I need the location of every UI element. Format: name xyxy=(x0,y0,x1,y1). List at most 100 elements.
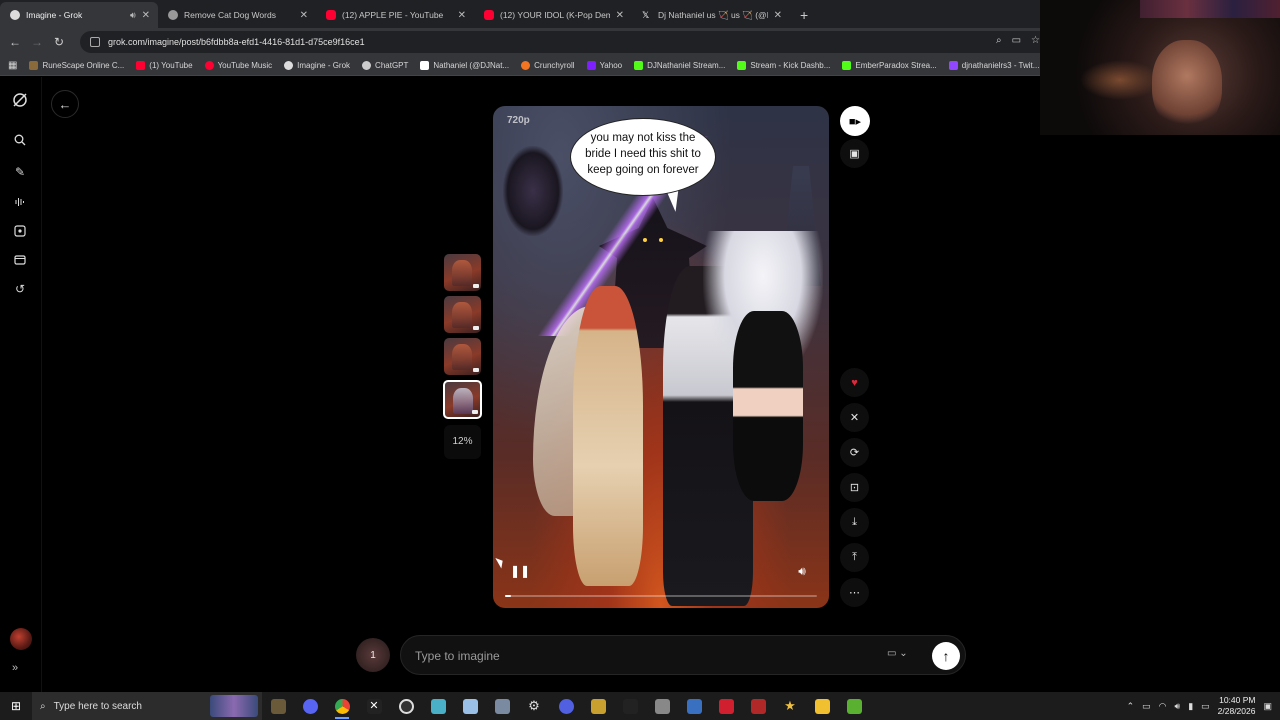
edit-icon[interactable]: ✎ xyxy=(11,163,29,181)
tab-title: (12) YOUR IDOL (K-Pop Demon xyxy=(500,10,610,20)
bookmark-item[interactable]: RuneScape Online C... xyxy=(29,61,124,70)
site-info-icon[interactable] xyxy=(90,37,100,47)
more-icon: ⋯ xyxy=(849,587,860,599)
taskbar-app-chrome[interactable] xyxy=(326,692,358,720)
battery-icon[interactable]: ▭ xyxy=(1201,701,1210,712)
taskbar-app-runescape[interactable] xyxy=(262,692,294,720)
share-x-button[interactable]: ✕ xyxy=(840,403,869,432)
bookmark-item[interactable]: ChatGPT xyxy=(362,61,408,70)
reload-icon[interactable]: ↻ xyxy=(48,35,70,49)
taskbar-app-explorer[interactable] xyxy=(806,692,838,720)
microphone-icon[interactable]: ▮ xyxy=(1188,701,1193,712)
imagine-icon[interactable] xyxy=(11,222,29,240)
make-video-button[interactable]: ■▸ xyxy=(840,106,870,136)
bookmark-item[interactable]: EmberParadox Strea... xyxy=(842,61,937,70)
bookmarks-bar: ▦ RuneScape Online C... (1) YouTube YouT… xyxy=(0,56,1040,76)
taskbar-app-streamlabs[interactable] xyxy=(550,692,582,720)
taskbar-app-blank[interactable] xyxy=(614,692,646,720)
taskbar-app-gaming[interactable] xyxy=(838,692,870,720)
tab-remove-cat-dog-words[interactable]: Remove Cat Dog Words ✕ xyxy=(158,2,316,28)
start-button[interactable]: ⊞ xyxy=(0,692,32,720)
search-icon[interactable] xyxy=(11,131,29,149)
taskbar-app-notepad[interactable] xyxy=(422,692,454,720)
close-tab-icon[interactable]: ✕ xyxy=(616,10,624,21)
apps-grid-icon[interactable]: ▦ xyxy=(8,60,17,71)
network-icon[interactable]: ▭ xyxy=(1142,701,1151,712)
volume-icon[interactable]: 🔊︎ xyxy=(1175,701,1181,712)
forward-arrow-icon[interactable]: → xyxy=(26,35,48,49)
tab-imagine-grok[interactable]: Imagine - Grok 🔊︎ ✕ xyxy=(0,2,158,28)
close-tab-icon[interactable]: ✕ xyxy=(142,10,150,21)
new-tab-button[interactable]: + xyxy=(800,2,808,28)
bookmark-item[interactable]: Nathaniel (@DJNat... xyxy=(420,61,509,70)
bookmark-item[interactable]: djnathanielrs3 - Twit... xyxy=(948,61,1039,70)
taskbar-app-scripts[interactable] xyxy=(582,692,614,720)
close-tab-icon[interactable]: ✕ xyxy=(458,10,466,21)
volume-button[interactable]: 🔊︎ xyxy=(792,562,812,580)
taskbar-app-discord[interactable] xyxy=(294,692,326,720)
taskbar-app-storage[interactable] xyxy=(486,692,518,720)
bookmark-item[interactable]: DJNathaniel Stream... xyxy=(634,61,725,70)
submit-button[interactable]: ↑ xyxy=(932,642,960,670)
mode-dropdown[interactable]: ▭ ⌄ xyxy=(887,648,908,659)
taskbar-app-photos[interactable] xyxy=(742,692,774,720)
bookmark-label: Nathaniel (@DJNat... xyxy=(433,61,510,70)
prompt-input[interactable] xyxy=(415,646,855,666)
tab-apple-pie-youtube[interactable]: (12) APPLE PIE - YouTube ✕ xyxy=(316,2,474,28)
url-text: grok.com/imagine/post/b6fdbb8a-efd1-4416… xyxy=(108,37,365,47)
clock[interactable]: 10:40 PM 2/28/2026 xyxy=(1218,695,1256,717)
history-icon[interactable]: ↺ xyxy=(11,280,29,298)
expand-sidebar-icon[interactable]: » xyxy=(12,662,18,674)
bookmark-label: YouTube Music xyxy=(217,61,273,70)
video-thumbnail-1[interactable] xyxy=(444,254,481,291)
grok-logo-icon[interactable] xyxy=(11,91,29,109)
tab-your-idol-youtube[interactable]: (12) YOUR IDOL (K-Pop Demon ✕ xyxy=(474,2,632,28)
zoom-icon[interactable]: ⌕ xyxy=(996,35,1002,46)
bookmark-item[interactable]: YouTube Music xyxy=(204,61,273,70)
download-button[interactable]: ⤓ xyxy=(840,508,869,537)
regenerate-button[interactable]: ⟳ xyxy=(840,438,869,467)
speaker-icon[interactable]: 🔊︎ xyxy=(130,10,136,21)
attachment-thumbnail[interactable]: 1 xyxy=(356,638,390,672)
folder-icon[interactable] xyxy=(11,251,29,269)
bookmark-item[interactable]: Yahoo xyxy=(586,61,622,70)
taskbar-app-settings[interactable]: ⚙ xyxy=(518,692,550,720)
edit-image-button[interactable]: ⊡ xyxy=(840,473,869,502)
avatar[interactable] xyxy=(10,628,32,650)
wifi-icon[interactable]: ◠ xyxy=(1159,701,1167,712)
taskbar-app-calculator[interactable] xyxy=(678,692,710,720)
close-tab-icon[interactable]: ✕ xyxy=(774,10,782,21)
taskbar-app-acrobat[interactable] xyxy=(710,692,742,720)
more-options-button[interactable]: ⋯ xyxy=(840,578,869,607)
back-arrow-icon[interactable]: ← xyxy=(4,35,26,49)
close-tab-icon[interactable]: ✕ xyxy=(300,10,308,21)
taskbar-app-star[interactable]: ★ xyxy=(774,692,806,720)
share-button[interactable]: ⤒ xyxy=(840,543,869,572)
address-bar[interactable]: grok.com/imagine/post/b6fdbb8a-efd1-4416… xyxy=(80,31,1040,53)
taskbar-app-obs[interactable] xyxy=(390,692,422,720)
back-button[interactable]: ← xyxy=(51,90,79,118)
taskbar-app-tool[interactable] xyxy=(646,692,678,720)
taskbar-app-paint[interactable] xyxy=(454,692,486,720)
voice-icon[interactable] xyxy=(11,193,29,211)
pause-button[interactable]: ❚❚ xyxy=(510,562,530,580)
bookmark-star-icon[interactable]: ☆ xyxy=(1031,35,1040,46)
tray-expand-icon[interactable]: ⌃ xyxy=(1127,701,1135,712)
taskbar-search[interactable]: ⌕ Type here to search xyxy=(32,692,262,720)
seek-bar[interactable] xyxy=(505,595,817,597)
generation-progress: 12% xyxy=(444,425,481,459)
video-thumbnail-3[interactable] xyxy=(444,338,481,375)
bookmark-item[interactable]: Crunchyroll xyxy=(521,61,575,70)
notifications-icon[interactable]: ▣ xyxy=(1263,701,1272,712)
like-button[interactable]: ♥ xyxy=(840,368,869,397)
bookmark-item[interactable]: Stream - Kick Dashb... xyxy=(737,61,830,70)
image-mode-button[interactable]: ▣ xyxy=(840,139,869,168)
cast-icon[interactable]: ▭ xyxy=(1012,35,1021,46)
tab-dj-nathaniel-x[interactable]: 𝕏 Dj Nathaniel us 🏹 us 🏹 (@DJN ✕ xyxy=(632,2,790,28)
bookmark-item[interactable]: (1) YouTube xyxy=(136,61,193,70)
video-thumbnail-2[interactable] xyxy=(444,296,481,333)
bookmark-item[interactable]: Imagine - Grok xyxy=(284,61,350,70)
video-thumbnail-4-selected[interactable] xyxy=(443,380,482,419)
app-icon xyxy=(622,698,638,714)
taskbar-app-x[interactable]: ✕ xyxy=(358,692,390,720)
